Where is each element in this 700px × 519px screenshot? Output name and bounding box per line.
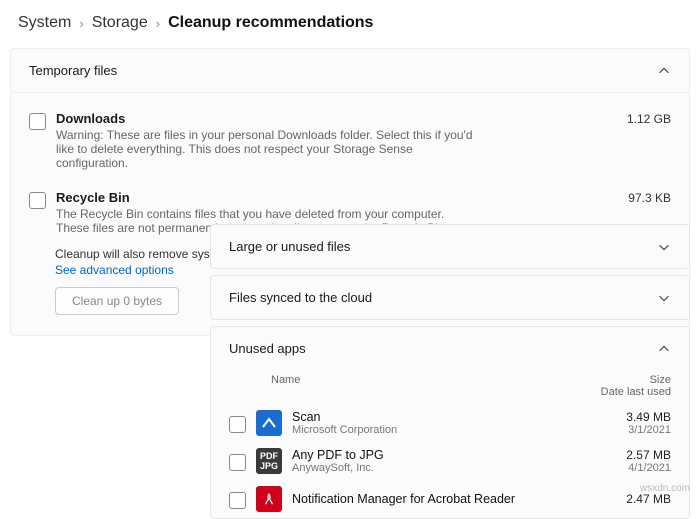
section-title: Temporary files xyxy=(29,63,117,78)
chevron-up-icon xyxy=(657,342,671,356)
chevron-down-icon xyxy=(657,240,671,254)
acrobat-app-icon xyxy=(256,486,282,512)
app-size: 2.57 MB xyxy=(571,448,671,462)
col-date[interactable]: Date last used xyxy=(571,386,671,398)
app-publisher: Microsoft Corporation xyxy=(292,424,561,436)
watermark: wsxdn.com xyxy=(640,483,690,494)
item-size: 97.3 KB xyxy=(628,191,671,205)
section-title: Large or unused files xyxy=(229,239,350,254)
item-title: Recycle Bin xyxy=(56,190,130,205)
app-size: 2.47 MB xyxy=(571,492,671,506)
section-unused-apps[interactable]: Unused apps xyxy=(211,327,689,370)
breadcrumb: System › Storage › Cleanup recommendatio… xyxy=(0,0,700,42)
chevron-down-icon xyxy=(657,291,671,305)
app-name: Notification Manager for Acrobat Reader xyxy=(292,492,561,506)
col-name[interactable]: Name xyxy=(271,374,571,398)
breadcrumb-system[interactable]: System xyxy=(18,14,71,32)
scan-app-icon xyxy=(256,410,282,436)
section-temporary-files[interactable]: Temporary files xyxy=(10,48,690,93)
chevron-right-icon: › xyxy=(156,16,160,31)
chevron-right-icon: › xyxy=(79,16,83,31)
app-date: 3/1/2021 xyxy=(571,424,671,436)
item-downloads: Downloads 1.12 GB Warning: These are fil… xyxy=(29,101,671,180)
section-title: Unused apps xyxy=(229,341,306,356)
app-row: Notification Manager for Acrobat Reader … xyxy=(211,480,689,518)
cleanup-button[interactable]: Clean up 0 bytes xyxy=(55,287,179,315)
chevron-up-icon xyxy=(657,64,671,78)
app-row: Scan Microsoft Corporation 3.49 MB 3/1/2… xyxy=(211,404,689,442)
item-title: Downloads xyxy=(56,111,125,126)
checkbox-downloads[interactable] xyxy=(29,113,46,130)
checkbox-app[interactable] xyxy=(229,454,246,471)
app-name: Scan xyxy=(292,410,561,424)
app-row: PDFJPG Any PDF to JPG AnywaySoft, Inc. 2… xyxy=(211,442,689,480)
app-name: Any PDF to JPG xyxy=(292,448,561,462)
breadcrumb-storage[interactable]: Storage xyxy=(92,14,148,32)
section-title: Files synced to the cloud xyxy=(229,290,372,305)
section-large-unused[interactable]: Large or unused files xyxy=(211,225,689,268)
pdf-jpg-app-icon: PDFJPG xyxy=(256,448,282,474)
item-description: Warning: These are files in your persona… xyxy=(56,128,476,170)
table-header: Name Size Date last used xyxy=(211,370,689,404)
item-size: 1.12 GB xyxy=(627,112,671,126)
checkbox-app[interactable] xyxy=(229,492,246,509)
col-size[interactable]: Size xyxy=(571,374,671,386)
section-files-synced[interactable]: Files synced to the cloud xyxy=(211,276,689,319)
checkbox-app[interactable] xyxy=(229,416,246,433)
app-publisher: AnywaySoft, Inc. xyxy=(292,462,561,474)
breadcrumb-cleanup: Cleanup recommendations xyxy=(168,14,373,32)
app-size: 3.49 MB xyxy=(571,410,671,424)
app-date: 4/1/2021 xyxy=(571,462,671,474)
checkbox-recycle-bin[interactable] xyxy=(29,192,46,209)
